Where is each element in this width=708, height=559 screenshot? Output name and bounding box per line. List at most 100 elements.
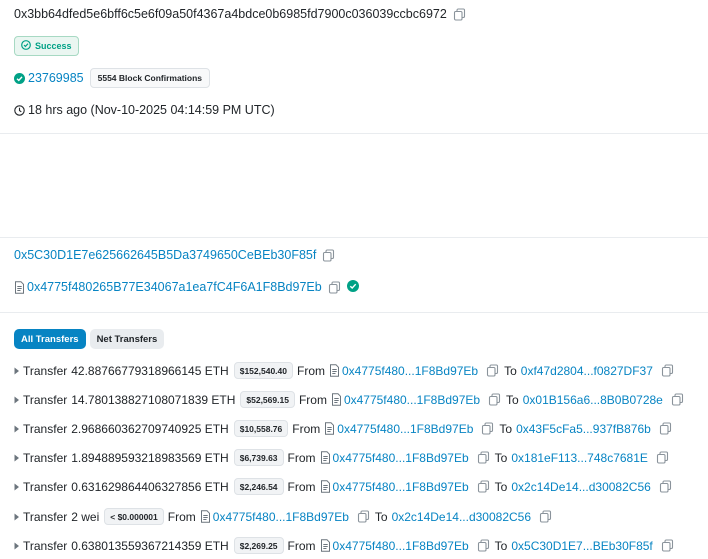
expand-caret-icon[interactable] xyxy=(14,454,20,462)
to-address-link[interactable]: 0x2c14De14...d30082C56 xyxy=(392,510,531,524)
to-address-link[interactable]: 0x43F5cFa5...937fB876b xyxy=(516,422,651,436)
copy-icon[interactable] xyxy=(659,480,672,493)
transfer-row[interactable]: Transfer 0.638013559367214359 ETH $2,269.2… xyxy=(14,537,674,554)
transfer-amount: 1.894889593218983569 ETH xyxy=(71,450,229,465)
expand-caret-icon[interactable] xyxy=(14,483,20,491)
contract-document-icon xyxy=(324,422,335,435)
from-label: From xyxy=(287,450,316,465)
status-label: Success xyxy=(35,41,72,51)
to-address-link[interactable]: 0x181eF113...748c7681E xyxy=(511,451,648,465)
expand-caret-icon[interactable] xyxy=(14,425,20,433)
transfer-row[interactable]: Transfer 42.88766779318966145 ETH $152,540… xyxy=(14,362,674,379)
expand-caret-icon[interactable] xyxy=(14,367,20,375)
copy-icon[interactable] xyxy=(477,539,490,552)
copy-icon[interactable] xyxy=(661,539,674,552)
from-address-link[interactable]: 0x4775f480...1F8Bd97Eb xyxy=(333,451,469,465)
transfer-label: Transfer xyxy=(23,392,68,407)
from-address-link[interactable]: 0x4775f480...1F8Bd97Eb xyxy=(337,422,473,436)
status-row: Success xyxy=(14,36,79,56)
usd-value-badge: $52,569.15 xyxy=(240,391,295,408)
block-row: 23769985 5554 Block Confirmations xyxy=(14,68,211,88)
transfer-label: Transfer xyxy=(23,479,68,494)
block-check-icon xyxy=(14,72,25,84)
to-label: To xyxy=(494,479,508,494)
to-label: To xyxy=(494,450,508,465)
contract-document-icon xyxy=(200,510,211,523)
status-badge: Success xyxy=(14,36,79,56)
to-address-link[interactable]: 0x5C30D1E7...BEb30F85f xyxy=(511,539,652,553)
from-label: From xyxy=(298,392,327,407)
transfer-row[interactable]: Transfer 2 wei < $0.000001 From 0x4775f480..… xyxy=(14,508,552,525)
block-number-link[interactable]: 23769985 xyxy=(28,71,84,85)
transfer-row[interactable]: Transfer 2.968660362709740925 ETH $10,558.… xyxy=(14,420,672,437)
transfer-row[interactable]: Transfer 1.894889593218983569 ETH $6,739.6… xyxy=(14,449,669,466)
section-divider xyxy=(0,133,708,134)
transfer-amount: 0.638013559367214359 ETH xyxy=(71,538,229,553)
timestamp-row: 18 hrs ago (Nov-10-2025 04:14:59 PM UTC) xyxy=(14,102,275,118)
usd-value-badge: $6,739.63 xyxy=(233,449,284,466)
transfer-tabs: All Transfers Net Transfers xyxy=(14,329,168,349)
copy-icon[interactable] xyxy=(328,280,341,294)
to-label: To xyxy=(494,538,508,553)
transfer-row[interactable]: Transfer 14.780138827108071839 ETH $52,569… xyxy=(14,391,684,408)
contract-address-link[interactable]: 0x4775f480265B77E34067a1ea7fC4F6A1F8Bd97… xyxy=(27,280,322,294)
transfer-label: Transfer xyxy=(23,363,68,378)
usd-value-badge: $2,246.54 xyxy=(233,478,284,495)
transfer-row[interactable]: Transfer 0.631629864406327856 ETH $2,246.5… xyxy=(14,478,672,495)
copy-icon[interactable] xyxy=(453,7,466,21)
section-divider xyxy=(0,312,708,313)
clock-icon xyxy=(14,104,25,116)
from-label: From xyxy=(297,363,325,378)
to-label: To xyxy=(506,392,519,407)
from-label: From xyxy=(287,479,316,494)
to-address-link[interactable]: 0xf47d2804...f0827DF37 xyxy=(521,364,653,378)
transfer-amount: 0.631629864406327856 ETH xyxy=(71,479,229,494)
copy-icon[interactable] xyxy=(656,451,669,464)
contract-document-icon xyxy=(320,451,331,464)
expand-caret-icon[interactable] xyxy=(14,513,20,521)
to-label: To xyxy=(504,363,517,378)
copy-icon[interactable] xyxy=(671,393,684,406)
from-address-link[interactable]: 0x4775f480...1F8Bd97Eb xyxy=(333,480,469,494)
copy-icon[interactable] xyxy=(322,248,335,262)
usd-value-badge: $2,269.25 xyxy=(233,537,284,554)
copy-icon[interactable] xyxy=(659,422,672,435)
copy-icon[interactable] xyxy=(486,364,499,377)
from-address-link[interactable]: 0x4775f480...1F8Bd97Eb xyxy=(213,510,349,524)
transfer-amount: 42.88766779318966145 ETH xyxy=(71,363,229,378)
from-address-link[interactable]: 0x4775f480...1F8Bd97Eb xyxy=(342,364,478,378)
usd-value-badge: $10,558.76 xyxy=(233,420,289,437)
to-address-link[interactable]: 0x01B156a6...8B0B0728e xyxy=(523,393,663,407)
copy-icon[interactable] xyxy=(539,510,552,523)
copy-icon[interactable] xyxy=(357,510,370,523)
tab-net-transfers[interactable]: Net Transfers xyxy=(89,329,165,349)
copy-icon[interactable] xyxy=(488,393,501,406)
copy-icon[interactable] xyxy=(477,480,490,493)
from-address-link[interactable]: 0x4775f480...1F8Bd97Eb xyxy=(333,539,469,553)
from-address-link[interactable]: 0x4775f480...1F8Bd97Eb xyxy=(344,393,480,407)
contract-document-icon xyxy=(320,539,331,552)
to-label: To xyxy=(374,509,388,524)
verified-check-icon xyxy=(346,279,359,295)
copy-icon[interactable] xyxy=(661,364,674,377)
usd-value-badge: < $0.000001 xyxy=(104,508,164,525)
tx-hash-row: 0x3bb64dfed5e6bff6c5e6f09a50f4367a4bdce0… xyxy=(14,6,466,22)
tx-hash: 0x3bb64dfed5e6bff6c5e6f09a50f4367a4bdce0… xyxy=(14,7,447,21)
expand-caret-icon[interactable] xyxy=(14,542,20,550)
transfer-amount: 2 wei xyxy=(71,509,100,524)
transfer-amount: 2.968660362709740925 ETH xyxy=(71,421,229,436)
to-label: To xyxy=(499,421,513,436)
section-divider xyxy=(0,237,708,238)
from-address-link[interactable]: 0x5C30D1E7e625662645B5Da3749650CeBEb30F8… xyxy=(14,248,316,262)
transfer-amount: 14.780138827108071839 ETH xyxy=(71,392,236,407)
tab-all-transfers[interactable]: All Transfers xyxy=(14,329,86,349)
check-circle-icon xyxy=(21,40,31,52)
from-label: From xyxy=(292,421,321,436)
expand-caret-icon[interactable] xyxy=(14,396,20,404)
copy-icon[interactable] xyxy=(481,422,494,435)
timestamp-text: 18 hrs ago (Nov-10-2025 04:14:59 PM UTC) xyxy=(28,103,275,117)
copy-icon[interactable] xyxy=(477,451,490,464)
from-address-row: 0x5C30D1E7e625662645B5Da3749650CeBEb30F8… xyxy=(14,247,335,263)
to-address-link[interactable]: 0x2c14De14...d30082C56 xyxy=(511,480,650,494)
from-label: From xyxy=(167,509,196,524)
